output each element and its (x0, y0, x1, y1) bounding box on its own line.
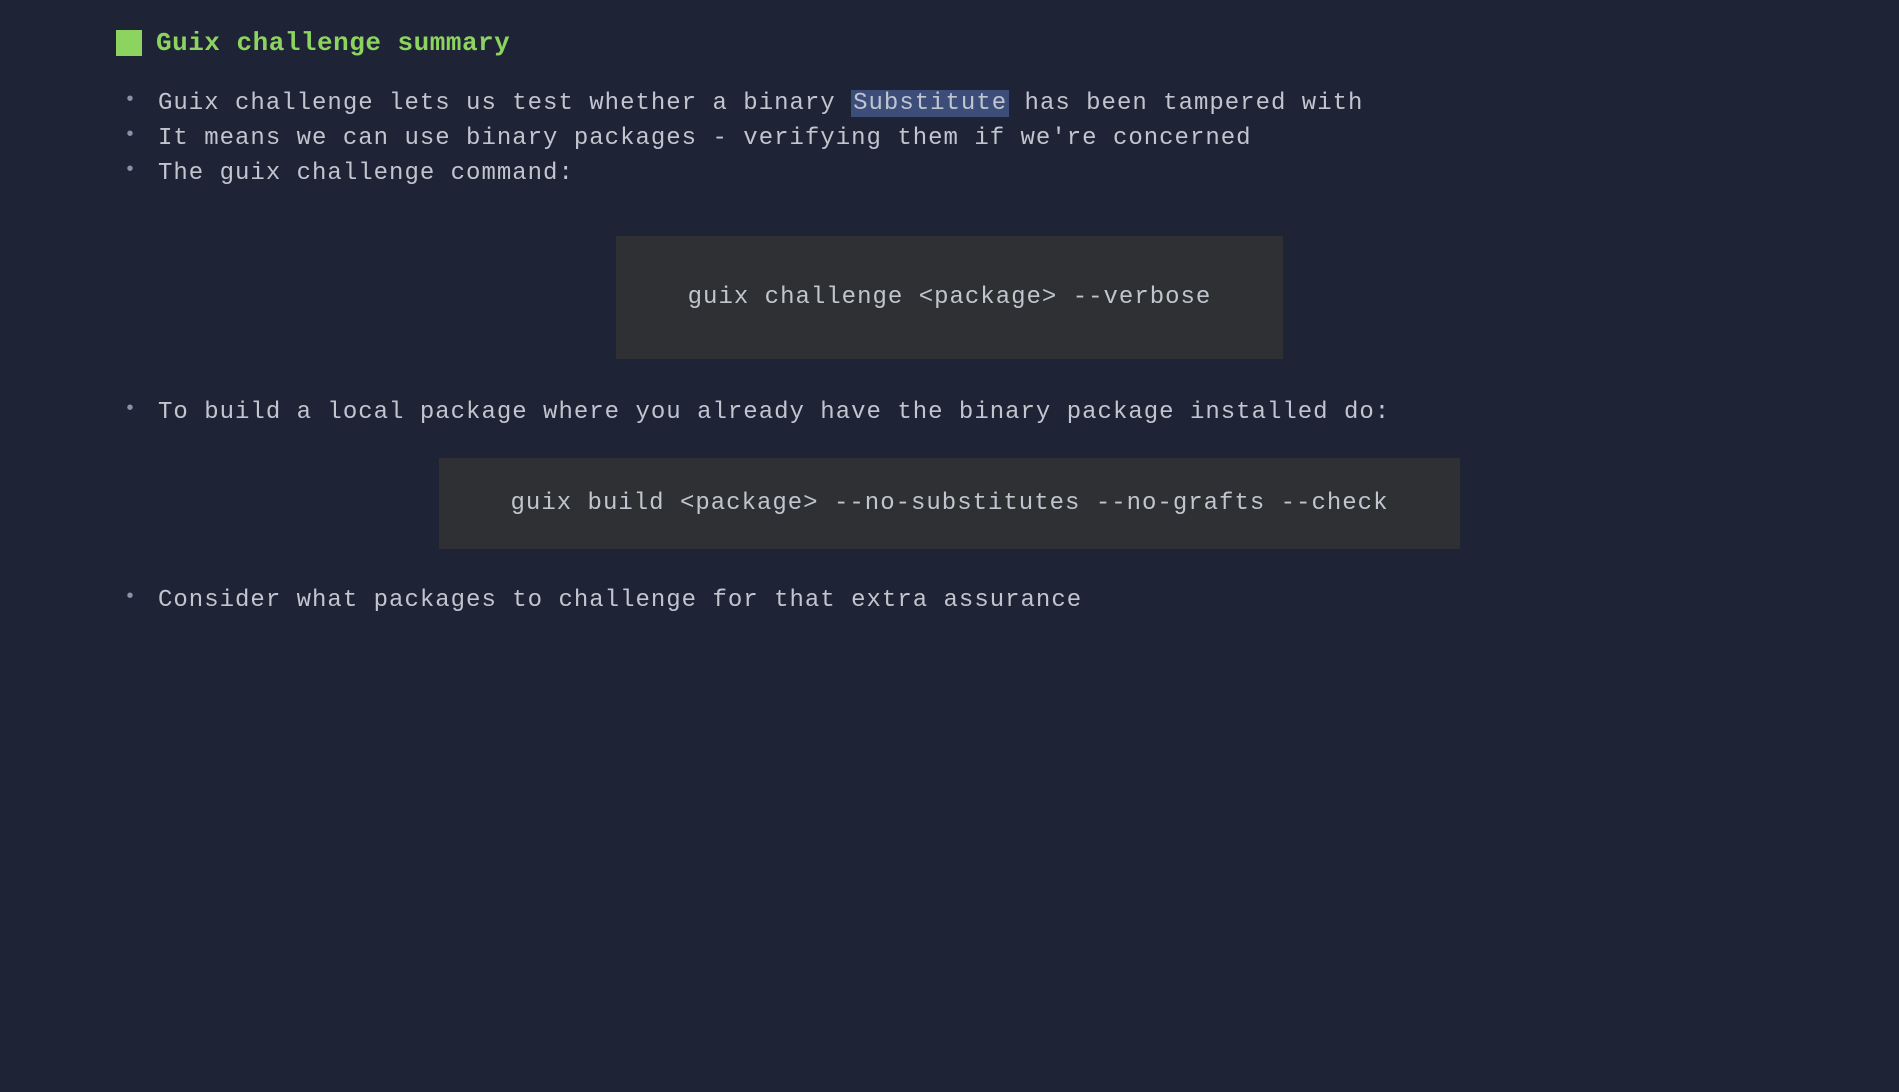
code-block-1: guix challenge <package> --verbose (616, 236, 1284, 359)
title-row: Guix challenge summary (116, 28, 1783, 58)
title-marker-icon (116, 30, 142, 56)
slide-title: Guix challenge summary (156, 28, 510, 58)
bullet-list: Guix challenge lets us test whether a bi… (116, 88, 1783, 190)
bullet-item-4: To build a local package where you alrea… (158, 397, 1783, 428)
bullet-text-1-after: has been tampered with (1009, 90, 1363, 117)
bullet-item-1: Guix challenge lets us test whether a bi… (158, 88, 1783, 119)
slide-content: Guix challenge summary Guix challenge le… (0, 28, 1899, 616)
bullet-item-2: It means we can use binary packages - ve… (158, 123, 1783, 154)
bullet-item-3: The guix challenge command: (158, 158, 1783, 189)
bullet-item-5: Consider what packages to challenge for … (158, 585, 1783, 616)
bullet-list-3: Consider what packages to challenge for … (116, 585, 1783, 616)
code-block-2: guix build <package> --no-substitutes --… (439, 458, 1461, 549)
bullet-list-2: To build a local package where you alrea… (116, 397, 1783, 428)
bullet-text-1-before: Guix challenge lets us test whether a bi… (158, 90, 851, 117)
highlight-substitute: Substitute (851, 90, 1009, 117)
